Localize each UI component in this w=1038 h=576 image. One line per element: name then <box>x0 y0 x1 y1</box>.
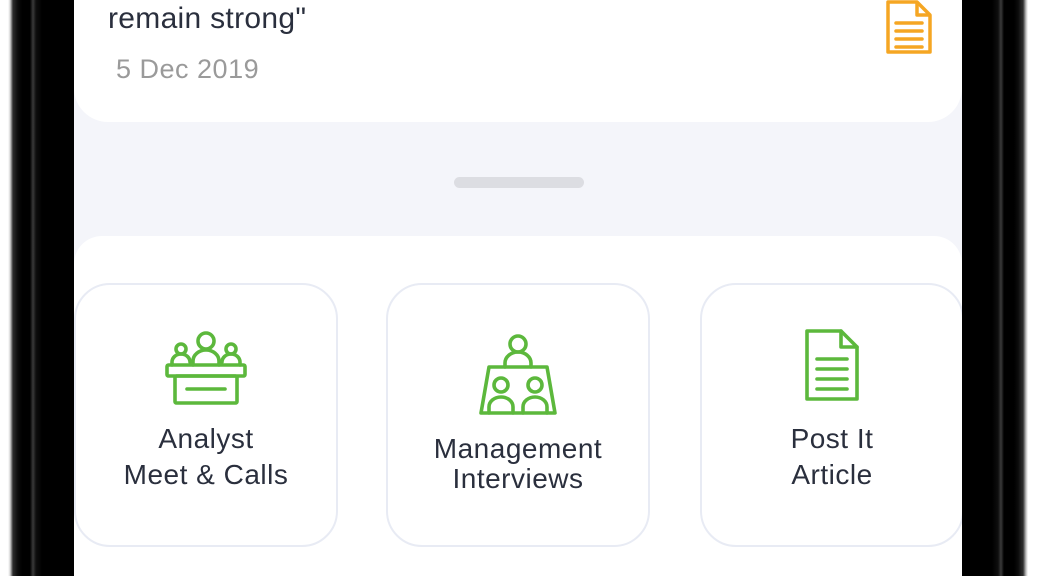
document-icon[interactable] <box>884 0 934 56</box>
news-card[interactable]: remain strong" 5 Dec 2019 <box>74 0 962 122</box>
sheet-drag-handle[interactable] <box>454 177 584 188</box>
quick-actions-panel: Analyst Meet & Calls Management Intervie… <box>74 236 962 576</box>
tile-label: Post It Article <box>790 423 874 490</box>
podium-speakers-icon <box>165 331 247 405</box>
phone-frame-right <box>962 0 1038 576</box>
news-date: 5 Dec 2019 <box>116 54 260 84</box>
analyst-meet-calls-button[interactable]: Analyst Meet & Calls <box>74 283 338 547</box>
meeting-group-icon <box>479 334 557 415</box>
post-it-article-button[interactable]: Post It Article <box>700 283 962 547</box>
management-interviews-button[interactable]: Management Interviews <box>386 283 650 547</box>
news-title: remain strong" <box>108 2 307 35</box>
tile-label: Analyst Meet & Calls <box>123 423 289 490</box>
app-screen: remain strong" 5 Dec 2019 Analyst Meet &… <box>74 0 962 576</box>
tile-label: Management Interviews <box>433 433 603 494</box>
phone-frame-left <box>0 0 74 576</box>
phone-mockup: remain strong" 5 Dec 2019 Analyst Meet &… <box>0 0 1038 576</box>
document-icon <box>805 329 859 401</box>
